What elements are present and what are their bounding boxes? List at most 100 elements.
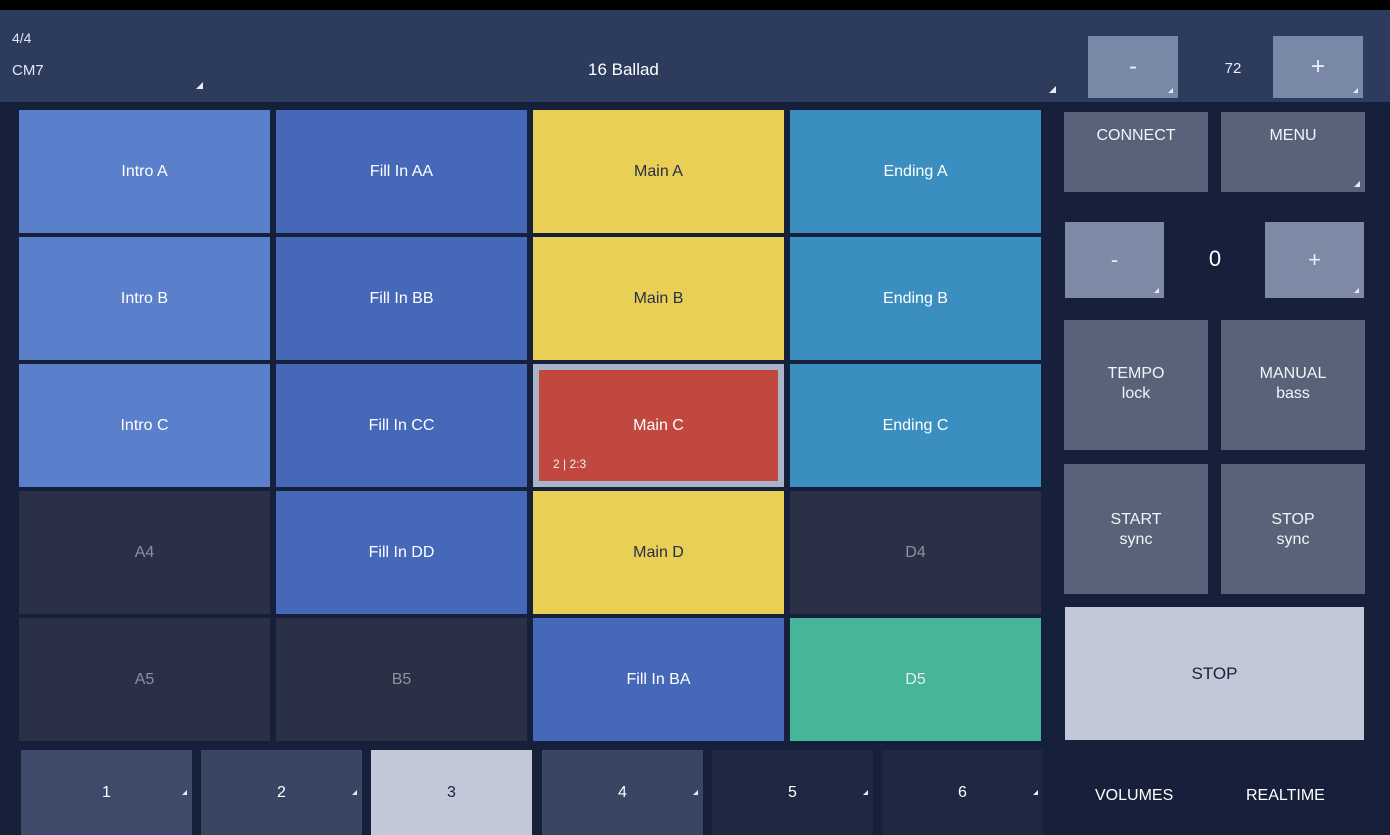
pad-label: Fill In DD xyxy=(368,543,435,561)
transpose-value: 0 xyxy=(1208,246,1222,271)
tab-label: 6 xyxy=(958,783,967,801)
connect-label: CONNECT xyxy=(1096,127,1176,144)
pad-intro-a[interactable]: Intro A xyxy=(19,110,270,233)
tab-corner-icon xyxy=(863,790,868,795)
pad-fill-in-cc[interactable]: Fill In CC xyxy=(276,364,527,487)
variation-tab-4[interactable]: 4 xyxy=(542,750,703,835)
pad-a5[interactable]: A5 xyxy=(19,618,270,741)
pad-label: Fill In BA xyxy=(626,670,691,688)
variation-tab-3-selected[interactable]: 3 xyxy=(371,750,532,835)
stop-sync-line2: sync xyxy=(1276,531,1310,548)
tab-corner-icon xyxy=(182,790,187,795)
pad-main-d[interactable]: Main D xyxy=(533,491,784,614)
pad-label: Main D xyxy=(633,543,684,561)
variation-tab-5[interactable]: 5 xyxy=(712,750,873,835)
button-corner-icon xyxy=(1354,288,1359,293)
menu-label: MENU xyxy=(1269,127,1317,144)
tab-label: 4 xyxy=(618,783,627,801)
button-corner-icon xyxy=(1154,288,1159,293)
pad-ending-b[interactable]: Ending B xyxy=(790,237,1041,360)
stop-sync-line1: STOP xyxy=(1271,511,1315,528)
tab-label: 2 xyxy=(277,783,286,801)
tab-label: 5 xyxy=(788,783,797,801)
pad-main-a[interactable]: Main A xyxy=(533,110,784,233)
realtime-button[interactable]: REALTIME xyxy=(1246,787,1325,805)
pad-a4[interactable]: A4 xyxy=(19,491,270,614)
pad-label: Main C xyxy=(633,416,684,434)
pad-ending-a[interactable]: Ending A xyxy=(790,110,1041,233)
pad-label: Intro A xyxy=(121,162,168,180)
pad-label: B5 xyxy=(391,670,412,688)
pad-main-b[interactable]: Main B xyxy=(533,237,784,360)
transpose-minus-button[interactable]: - xyxy=(1065,222,1164,298)
pad-label: Main B xyxy=(633,289,684,307)
tempo-lock-line1: TEMPO xyxy=(1107,365,1165,382)
start-sync-line2: sync xyxy=(1119,531,1153,548)
pattern-grid: Intro A Fill In AA Main A Ending A Intro… xyxy=(19,110,1045,741)
pad-b5[interactable]: B5 xyxy=(276,618,527,741)
pad-fill-in-bb[interactable]: Fill In BB xyxy=(276,237,527,360)
bar-beat-position: 2 | 2:3 xyxy=(553,457,587,471)
pad-label: Fill In BB xyxy=(369,289,434,307)
variation-tab-6[interactable]: 6 xyxy=(882,750,1043,835)
pad-fill-in-dd[interactable]: Fill In DD xyxy=(276,491,527,614)
tab-label: 3 xyxy=(447,783,456,801)
button-corner-icon xyxy=(1353,88,1358,93)
pad-d5[interactable]: D5 xyxy=(790,618,1041,741)
stop-label: STOP xyxy=(1191,663,1238,683)
transpose-plus-button[interactable]: + xyxy=(1265,222,1364,298)
pad-fill-in-aa[interactable]: Fill In AA xyxy=(276,110,527,233)
stop-button[interactable]: STOP xyxy=(1065,607,1364,740)
style-name[interactable]: 16 Ballad xyxy=(588,60,659,80)
manual-bass-button[interactable]: MANUAL bass xyxy=(1221,320,1365,450)
current-chord: CM7 xyxy=(12,62,44,79)
top-edge xyxy=(0,0,1390,10)
variation-tabs: 1 2 3 4 5 6 xyxy=(0,746,1060,835)
chord-corner-icon xyxy=(196,82,203,89)
start-sync-button[interactable]: START sync xyxy=(1064,464,1208,594)
pad-label: Ending C xyxy=(882,416,949,434)
pad-label: Fill In AA xyxy=(369,162,434,180)
connect-button[interactable]: CONNECT xyxy=(1064,112,1208,192)
pad-label: D4 xyxy=(905,543,926,561)
tempo-minus-button[interactable]: - xyxy=(1088,36,1178,98)
pad-intro-b[interactable]: Intro B xyxy=(19,237,270,360)
tempo-plus-button[interactable]: + xyxy=(1273,36,1363,98)
tempo-lock-button[interactable]: TEMPO lock xyxy=(1064,320,1208,450)
transpose-minus-label: - xyxy=(1110,247,1119,272)
pad-d4[interactable]: D4 xyxy=(790,491,1041,614)
pad-intro-c[interactable]: Intro C xyxy=(19,364,270,487)
style-corner-icon xyxy=(1049,86,1056,93)
manual-bass-line1: MANUAL xyxy=(1259,365,1327,382)
variation-tab-2[interactable]: 2 xyxy=(201,750,362,835)
volumes-button[interactable]: VOLUMES xyxy=(1095,787,1173,805)
variation-tab-1[interactable]: 1 xyxy=(21,750,192,835)
pad-label: Intro B xyxy=(120,289,169,307)
pad-label: Intro C xyxy=(120,416,169,434)
pad-label: A4 xyxy=(134,543,155,561)
tempo-plus-label: + xyxy=(1310,53,1325,80)
tab-label: 1 xyxy=(102,783,111,801)
time-signature: 4/4 xyxy=(12,30,32,46)
pad-label: Main A xyxy=(634,162,683,180)
pad-ending-c[interactable]: Ending C xyxy=(790,364,1041,487)
pad-label: Ending A xyxy=(883,162,948,180)
tempo-lock-line2: lock xyxy=(1121,385,1151,402)
pad-fill-in-ba[interactable]: Fill In BA xyxy=(533,618,784,741)
transpose-plus-label: + xyxy=(1308,247,1321,272)
stop-sync-button[interactable]: STOP sync xyxy=(1221,464,1365,594)
button-corner-icon xyxy=(1168,88,1173,93)
tab-corner-icon xyxy=(352,790,357,795)
start-sync-line1: START xyxy=(1110,511,1162,528)
menu-button[interactable]: MENU xyxy=(1221,112,1365,192)
manual-bass-line2: bass xyxy=(1276,385,1310,402)
header-bar: 4/4 CM7 16 Ballad - 72 + xyxy=(0,10,1390,102)
tempo-minus-label: - xyxy=(1129,53,1137,80)
tab-corner-icon xyxy=(693,790,698,795)
pad-label: D5 xyxy=(905,670,926,688)
pad-label: A5 xyxy=(134,670,155,688)
pad-main-c-active[interactable]: Main C 2 | 2:3 xyxy=(533,364,784,487)
pad-label: Fill In CC xyxy=(368,416,435,434)
tempo-value: 72 xyxy=(1224,60,1242,77)
tab-corner-icon xyxy=(1033,790,1038,795)
